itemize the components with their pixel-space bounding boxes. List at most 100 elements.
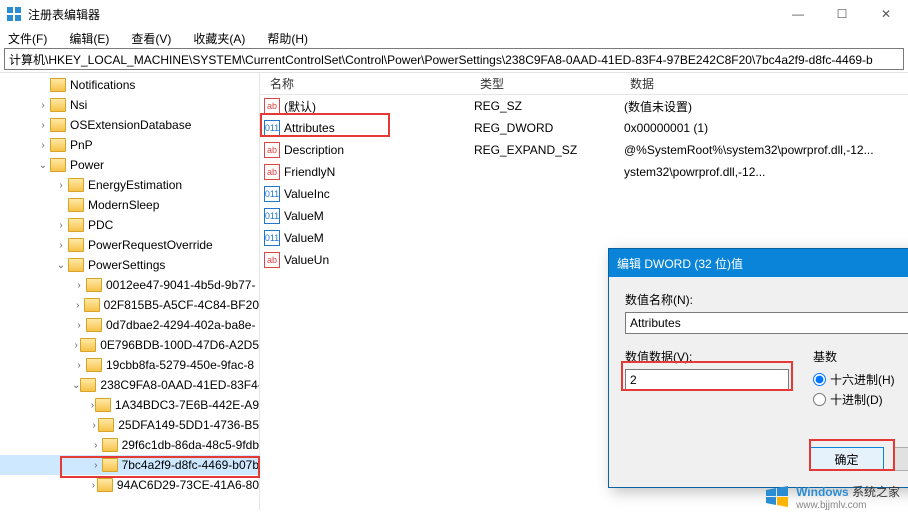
- tree-twisty-icon[interactable]: ›: [90, 460, 102, 471]
- ok-button[interactable]: 确定: [809, 447, 884, 471]
- tree-item[interactable]: › PDC: [0, 215, 259, 235]
- menu-help[interactable]: 帮助(H): [263, 28, 312, 49]
- watermark-brand: Windows: [796, 485, 849, 499]
- tree-twisty-icon[interactable]: ›: [90, 480, 97, 491]
- folder-icon: [68, 238, 84, 252]
- col-data[interactable]: 数据: [624, 75, 908, 92]
- value-data: (数值未设置): [624, 98, 908, 115]
- radio-hex-label: 十六进制(H): [830, 371, 895, 388]
- menu-favorites[interactable]: 收藏夹(A): [189, 28, 249, 49]
- tree-item[interactable]: ModernSleep: [0, 195, 259, 215]
- tree-item[interactable]: › 25DFA149-5DD1-4736-B5: [0, 415, 259, 435]
- cancel-button[interactable]: 取消: [894, 447, 908, 471]
- tree-twisty-icon[interactable]: ⌄: [54, 260, 68, 271]
- list-row[interactable]: 011ValueM: [260, 227, 908, 249]
- radio-dec[interactable]: 十进制(D): [813, 389, 895, 409]
- folder-icon: [86, 318, 102, 332]
- tree-twisty-icon[interactable]: ›: [36, 120, 50, 131]
- folder-icon: [50, 118, 66, 132]
- tree-twisty-icon[interactable]: ›: [54, 240, 68, 251]
- tree-item[interactable]: Notifications: [0, 75, 259, 95]
- list-rows: ab(默认)REG_SZ(数值未设置)011AttributesREG_DWOR…: [260, 95, 908, 271]
- tree-label: 0E796BDB-100D-47D6-A2D5: [100, 338, 259, 352]
- col-name[interactable]: 名称: [264, 75, 474, 92]
- tree-item[interactable]: ›0012ee47-9041-4b5d-9b77-: [0, 275, 259, 295]
- tree-label: 25DFA149-5DD1-4736-B5: [118, 418, 259, 432]
- tree-item[interactable]: ⌄238C9FA8-0AAD-41ED-83F4-: [0, 375, 259, 395]
- tree-twisty-icon[interactable]: ›: [90, 420, 98, 431]
- tree-twisty-icon[interactable]: ⌄: [72, 380, 80, 391]
- address-text: 计算机\HKEY_LOCAL_MACHINE\SYSTEM\CurrentCon…: [9, 51, 873, 68]
- list-row[interactable]: abDescriptionREG_EXPAND_SZ@%SystemRoot%\…: [260, 139, 908, 161]
- minimize-button[interactable]: —: [776, 0, 820, 28]
- tree-twisty-icon[interactable]: ›: [36, 100, 50, 111]
- tree-twisty-icon[interactable]: ›: [54, 180, 68, 191]
- value-name-input[interactable]: [625, 312, 908, 334]
- tree-twisty-icon[interactable]: ›: [90, 440, 102, 451]
- radio-dec-input[interactable]: [813, 393, 826, 406]
- value-name: ValueUn: [284, 253, 329, 267]
- value-name: ValueM: [284, 209, 324, 223]
- close-button[interactable]: ✕: [864, 0, 908, 28]
- dialog-titlebar[interactable]: 编辑 DWORD (32 位)值 ✕: [609, 249, 908, 277]
- list-row[interactable]: 011ValueInc: [260, 183, 908, 205]
- menubar: 文件(F) 编辑(E) 查看(V) 收藏夹(A) 帮助(H): [0, 28, 908, 48]
- tree-item[interactable]: ›PowerRequestOverride: [0, 235, 259, 255]
- list-row[interactable]: abFriendlyNystem32\powrprof.dll,-12...: [260, 161, 908, 183]
- value-type: REG_SZ: [474, 99, 624, 113]
- watermark: Windows 系统之家 www.bjjmlv.com: [764, 483, 900, 511]
- radio-hex-input[interactable]: [813, 373, 826, 386]
- main-area: Notifications›Nsi›OSExtensionDatabase›Pn…: [0, 72, 908, 510]
- address-bar[interactable]: 计算机\HKEY_LOCAL_MACHINE\SYSTEM\CurrentCon…: [4, 48, 904, 70]
- tree-item[interactable]: ⌄ PowerSettings: [0, 255, 259, 275]
- col-type[interactable]: 类型: [474, 75, 624, 92]
- folder-icon: [86, 358, 102, 372]
- tree-twisty-icon[interactable]: ›: [54, 220, 68, 231]
- menu-file[interactable]: 文件(F): [4, 28, 51, 49]
- dword-value-icon: 011: [264, 230, 280, 246]
- value-data-input[interactable]: [625, 369, 789, 391]
- tree-twisty-icon[interactable]: ›: [72, 300, 84, 311]
- tree-item[interactable]: ›EnergyEstimation: [0, 175, 259, 195]
- list-row[interactable]: 011ValueM: [260, 205, 908, 227]
- tree-twisty-icon[interactable]: ›: [72, 320, 86, 331]
- tree-item[interactable]: ›PnP: [0, 135, 259, 155]
- tree-label: PDC: [88, 218, 113, 232]
- tree-item[interactable]: ›OSExtensionDatabase: [0, 115, 259, 135]
- menu-edit[interactable]: 编辑(E): [65, 28, 113, 49]
- tree-item[interactable]: › 29f6c1db-86da-48c5-9fdb: [0, 435, 259, 455]
- maximize-button[interactable]: ☐: [820, 0, 864, 28]
- folder-icon: [50, 158, 66, 172]
- radio-hex[interactable]: 十六进制(H): [813, 369, 895, 389]
- tree-twisty-icon[interactable]: ⌄: [36, 160, 50, 171]
- tree-item[interactable]: ⌄ Power: [0, 155, 259, 175]
- window-controls: — ☐ ✕: [776, 0, 908, 28]
- tree-item[interactable]: ›94AC6D29-73CE-41A6-80: [0, 475, 259, 495]
- tree-label: 29f6c1db-86da-48c5-9fdb: [122, 438, 259, 452]
- tree-item[interactable]: ›02F815B5-A5CF-4C84-BF20: [0, 295, 259, 315]
- tree-item[interactable]: ›Nsi: [0, 95, 259, 115]
- tree-item[interactable]: › 0E796BDB-100D-47D6-A2D5: [0, 335, 259, 355]
- tree-twisty-icon[interactable]: ›: [72, 340, 80, 351]
- tree-twisty-icon[interactable]: ›: [36, 140, 50, 151]
- folder-icon: [98, 418, 114, 432]
- list-row[interactable]: ab(默认)REG_SZ(数值未设置): [260, 95, 908, 117]
- tree-item[interactable]: ›7bc4a2f9-d8fc-4469-b07b: [0, 455, 259, 475]
- regedit-icon: [6, 6, 22, 22]
- tree-label: PowerSettings: [88, 258, 165, 272]
- tree-label: Power: [70, 158, 104, 172]
- folder-icon: [84, 298, 100, 312]
- tree-label: ModernSleep: [88, 198, 159, 212]
- value-data: 0x00000001 (1): [624, 121, 908, 135]
- menu-view[interactable]: 查看(V): [127, 28, 175, 49]
- tree-twisty-icon[interactable]: ›: [72, 280, 86, 291]
- tree-item[interactable]: ›19cbb8fa-5279-450e-9fac-8: [0, 355, 259, 375]
- tree-twisty-icon[interactable]: ›: [72, 360, 86, 371]
- list-row[interactable]: 011AttributesREG_DWORD0x00000001 (1): [260, 117, 908, 139]
- tree-item[interactable]: ›1A34BDC3-7E6B-442E-A9: [0, 395, 259, 415]
- value-name: Attributes: [284, 121, 335, 135]
- value-type: REG_EXPAND_SZ: [474, 143, 624, 157]
- tree-item[interactable]: ›0d7dbae2-4294-402a-ba8e-: [0, 315, 259, 335]
- value-data: ystem32\powrprof.dll,-12...: [624, 165, 908, 179]
- tree-pane[interactable]: Notifications›Nsi›OSExtensionDatabase›Pn…: [0, 73, 260, 510]
